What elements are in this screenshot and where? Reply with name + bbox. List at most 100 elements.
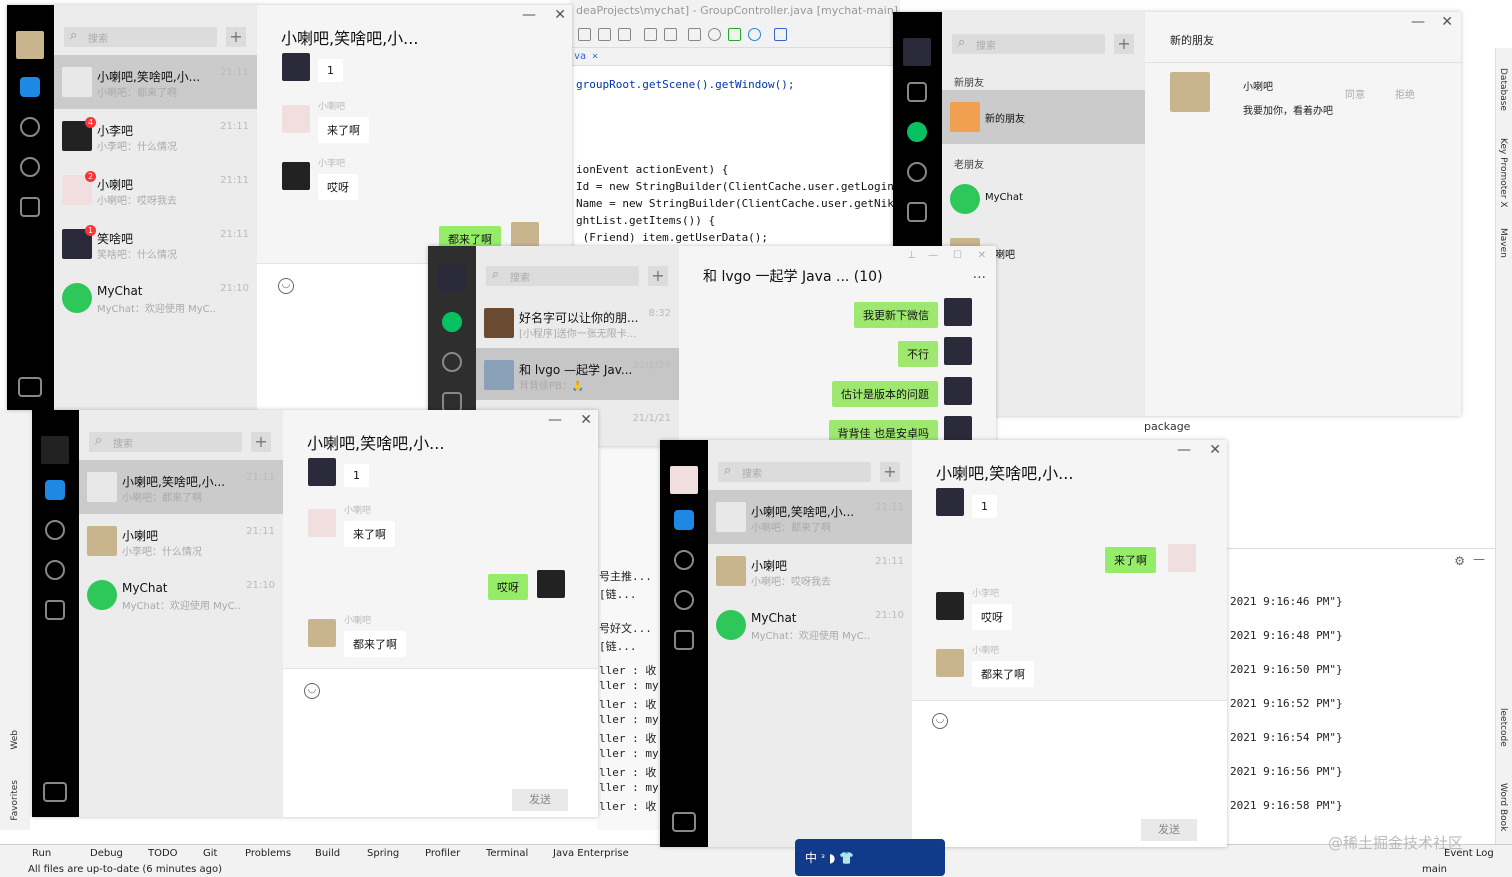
message-input[interactable]: ◡ 发送 [912, 700, 1227, 847]
chat-icon[interactable] [674, 510, 694, 530]
minimize-icon[interactable]: — [1411, 14, 1425, 30]
message-input[interactable]: ◡ 发送 [283, 668, 598, 817]
key-promoter-tool[interactable]: Key Promoter X [1498, 138, 1508, 208]
history-icon[interactable] [598, 28, 611, 41]
search-icon[interactable] [708, 28, 721, 41]
toolwindow-problems[interactable]: Problems [245, 848, 291, 859]
minimize-icon[interactable]: — [522, 7, 536, 23]
chart-icon[interactable] [728, 28, 741, 41]
conversation-item[interactable]: 小喇吧,笑啥吧,小... 小喇吧：都来了啊 21:11 [708, 490, 912, 544]
ime-toolbar[interactable]: 中 ᵌ ◗ 👕 [795, 839, 945, 876]
add-button[interactable]: + [226, 27, 246, 47]
terminal-icon[interactable] [688, 28, 701, 41]
toolwindow-terminal[interactable]: Terminal [486, 848, 528, 859]
accept-button[interactable]: 同意 [1345, 86, 1365, 101]
conversation-item[interactable]: 小喇吧,笑啥吧,小... 小喇吧：都来了啊 21:11 [79, 460, 283, 514]
revert-icon[interactable] [618, 28, 631, 41]
git-branch[interactable]: main [1422, 864, 1447, 875]
user-avatar[interactable] [670, 466, 698, 494]
toolwindow-spring[interactable]: Spring [367, 848, 399, 859]
toolwindow-java-enterprise[interactable]: Java Enterprise [553, 848, 629, 859]
emoji-icon[interactable]: ◡ [932, 713, 948, 729]
user-avatar[interactable] [438, 264, 466, 292]
leetcode-tool[interactable]: leetcode [1498, 708, 1508, 747]
settings-icon[interactable] [18, 377, 42, 397]
user-avatar[interactable] [903, 38, 931, 66]
conversation-item[interactable]: 4 小李吧 小李吧：什么情况 21:11 [54, 109, 257, 163]
user-avatar[interactable] [41, 436, 69, 464]
send-button[interactable]: 发送 [512, 789, 568, 811]
conversation-item[interactable]: 好名字可以让你的朋... [小程序]送你一张无限卡... 8:32 [476, 296, 679, 350]
contacts-icon[interactable] [674, 550, 694, 570]
contacts-icon[interactable] [442, 352, 462, 372]
search-input[interactable]: 搜索 [486, 266, 639, 286]
close-icon[interactable]: ✕ [554, 7, 566, 23]
maximize-icon[interactable]: ☐ [953, 250, 962, 261]
search-input[interactable]: 搜索 [64, 27, 217, 47]
toolwindow-build[interactable]: Build [315, 848, 340, 859]
code-editor[interactable]: va × groupRoot.getScene().getWindow(); i… [570, 48, 907, 248]
web-tool[interactable]: Web [10, 730, 20, 750]
contacts-icon[interactable] [45, 520, 65, 540]
close-icon[interactable]: ✕ [1441, 14, 1453, 30]
edit-icon[interactable] [45, 600, 65, 620]
emoji-icon[interactable]: ◡ [278, 278, 294, 294]
minimize-icon[interactable]: — [928, 250, 938, 261]
conversation-item[interactable]: 2 小喇吧 小喇吧：哎呀我去 21:11 [54, 163, 257, 217]
disable-icon[interactable] [748, 28, 761, 41]
toolwindow-debug[interactable]: Debug [90, 848, 123, 859]
minimize-icon[interactable]: — [548, 412, 562, 428]
settings-icon[interactable] [43, 782, 67, 802]
chat-icon[interactable] [907, 82, 927, 102]
moments-icon[interactable] [45, 560, 65, 580]
minimize-icon[interactable]: — [1473, 552, 1485, 566]
list-item[interactable]: MyChat [942, 172, 1145, 226]
search-input[interactable]: 搜索 [89, 432, 242, 452]
reject-button[interactable]: 拒绝 [1395, 86, 1415, 101]
undo-icon[interactable] [578, 28, 591, 41]
box-icon[interactable] [442, 392, 462, 412]
add-button[interactable]: + [648, 266, 668, 286]
close-icon[interactable]: ✕ [580, 412, 592, 428]
add-button[interactable]: + [1114, 34, 1134, 54]
moments-icon[interactable] [907, 162, 927, 182]
conversation-item[interactable]: MyChat MyChat：欢迎使用 MyC... 21:10 [708, 598, 912, 652]
toolwindow-git[interactable]: Git [203, 848, 217, 859]
toolwindow-run[interactable]: Run [32, 848, 51, 859]
contacts-icon[interactable] [20, 117, 40, 137]
edit-icon[interactable] [907, 202, 927, 222]
conversation-item[interactable]: MyChat MyChat：欢迎使用 MyC... 21:10 [54, 271, 257, 325]
maven-tool[interactable]: Maven [1498, 228, 1508, 258]
conversation-item[interactable]: 小喇吧,笑啥吧,小... 小喇吧：都来了啊 21:11 [54, 55, 257, 109]
wordbook-tool[interactable]: Word Book [1498, 783, 1508, 831]
conversation-item[interactable]: 小喇吧 小李吧：什么情况 21:11 [79, 514, 283, 568]
add-button[interactable]: + [251, 432, 271, 452]
favorites-tool[interactable]: Favorites [10, 780, 20, 821]
structure-icon[interactable] [664, 28, 677, 41]
editor-tab[interactable]: va × [570, 48, 900, 66]
toolwindow-todo[interactable]: TODO [148, 848, 178, 859]
emoji-icon[interactable]: ◡ [304, 683, 320, 699]
conversation-item[interactable]: MyChat MyChat：欢迎使用 MyC... 21:10 [79, 568, 283, 622]
edit-icon[interactable] [20, 197, 40, 217]
contacts-icon[interactable] [907, 122, 927, 142]
edit-icon[interactable] [674, 630, 694, 650]
list-item[interactable]: 新的朋友 [942, 90, 1145, 144]
wrench-icon[interactable] [644, 28, 657, 41]
close-icon[interactable]: ✕ [978, 250, 986, 261]
toolwindow-profiler[interactable]: Profiler [425, 848, 460, 859]
gear-icon[interactable]: ⚙ [1454, 554, 1465, 568]
moments-icon[interactable] [20, 157, 40, 177]
chat-icon[interactable] [45, 480, 65, 500]
add-button[interactable]: + [880, 462, 900, 482]
chat-icon[interactable] [442, 312, 462, 332]
conversation-item[interactable]: 小喇吧 小喇吧：哎呀我去 21:11 [708, 544, 912, 598]
close-icon[interactable]: ✕ [1209, 442, 1221, 458]
conversation-item[interactable]: 和 lvgo —起学 Jav... 背背佳PB：🙏 21/1/29 [476, 348, 679, 400]
send-button[interactable]: 发送 [1141, 819, 1197, 841]
minimize-icon[interactable]: — [1177, 442, 1191, 458]
chat-icon[interactable] [20, 77, 40, 97]
conversation-item[interactable]: 1 笑啥吧 笑啥吧：什么情况 21:11 [54, 217, 257, 271]
more-icon[interactable]: ··· [973, 270, 986, 286]
translate-icon[interactable] [774, 28, 787, 41]
